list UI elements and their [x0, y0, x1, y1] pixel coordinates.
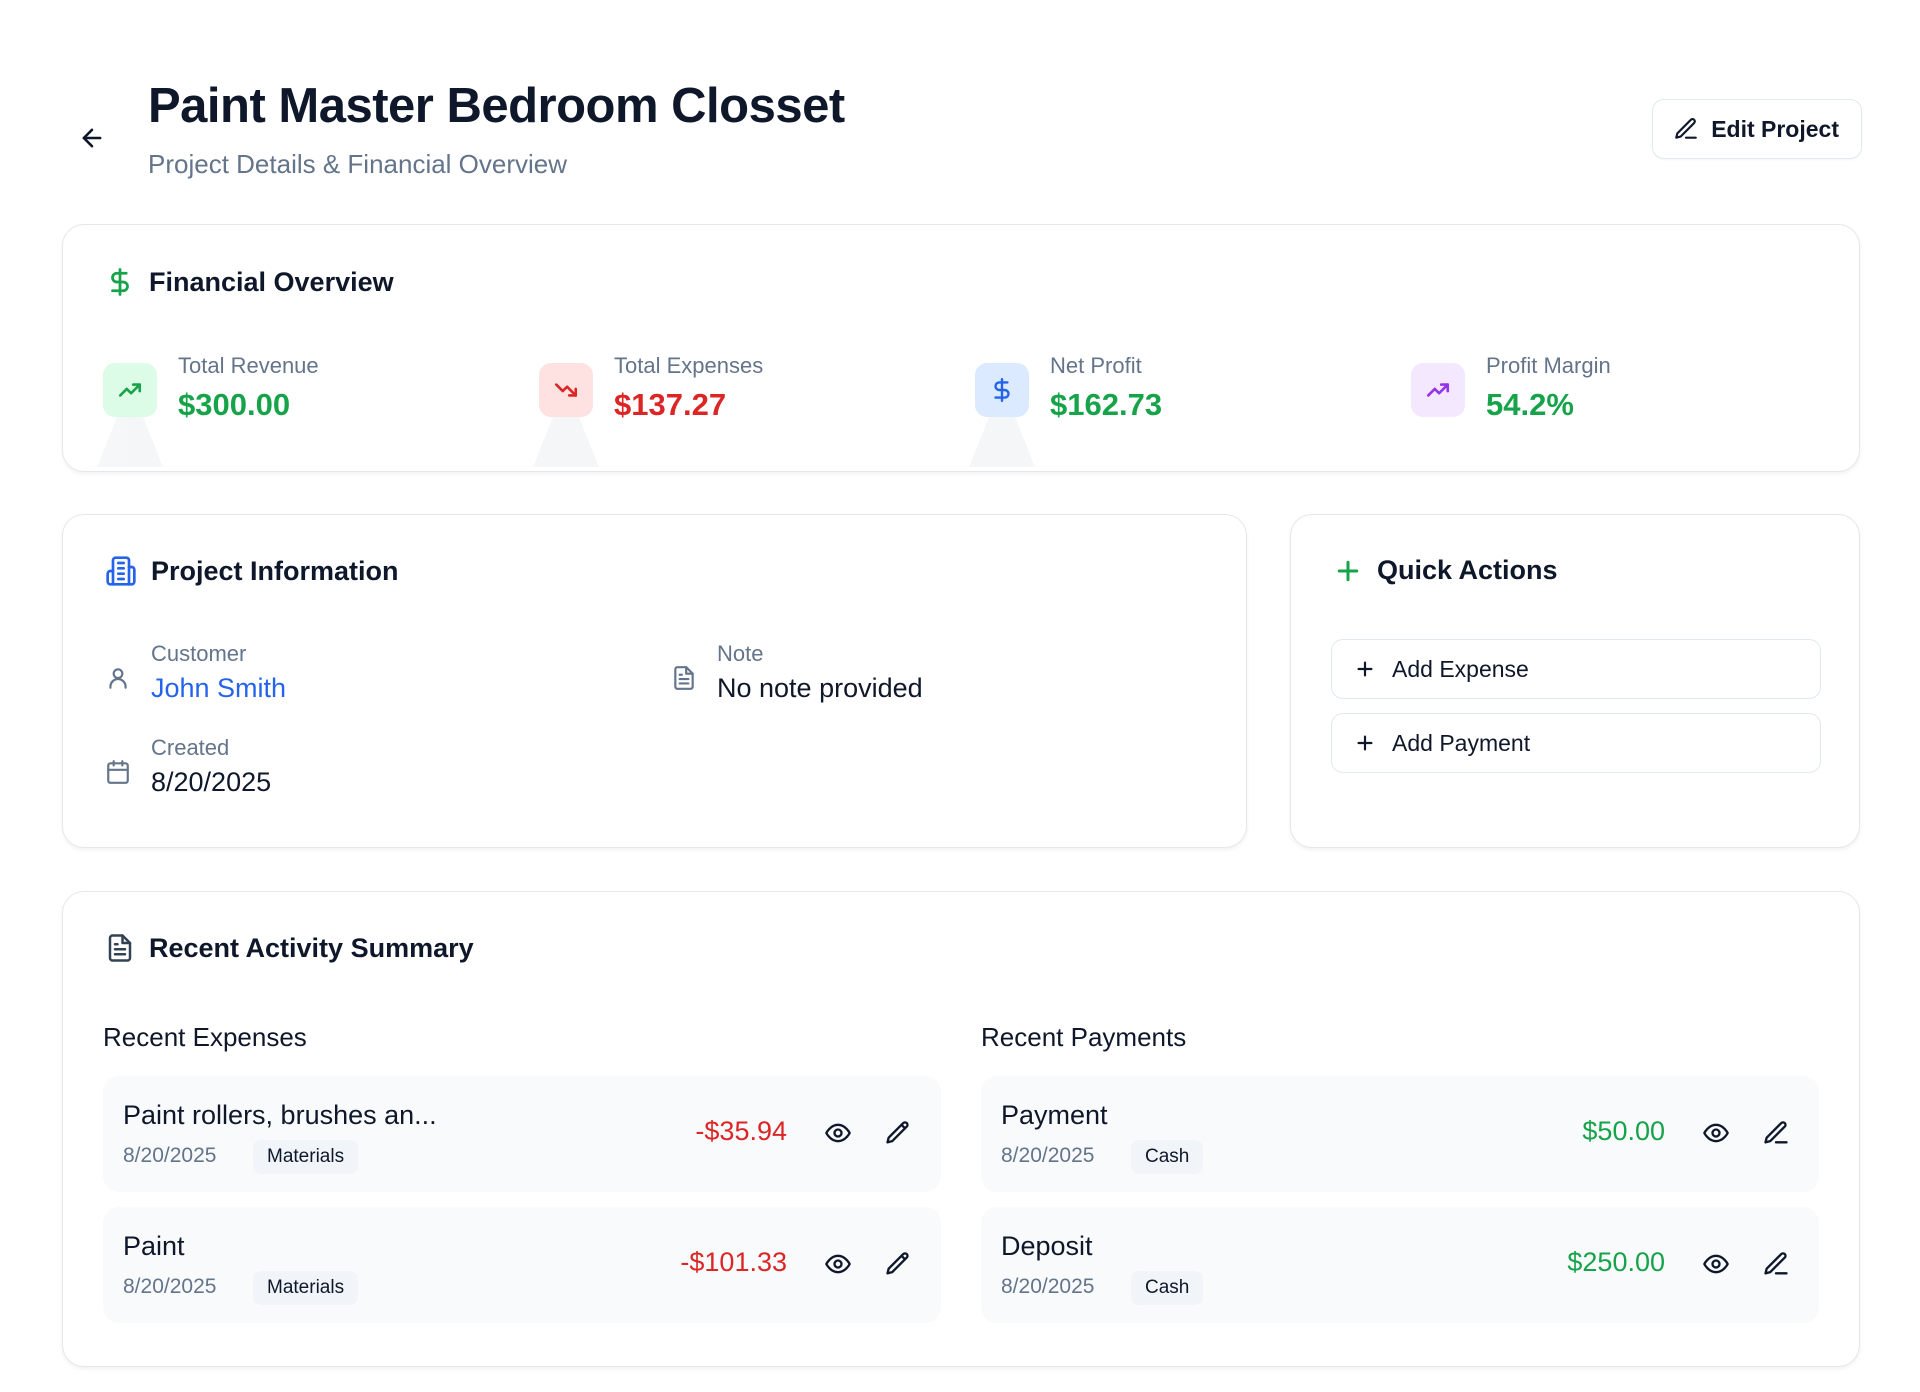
financial-overview-card: Financial Overview Total Revenue $300.00…	[62, 224, 1860, 472]
dollar-icon	[975, 363, 1029, 417]
file-text-icon	[674, 666, 694, 690]
eye-icon	[825, 1254, 851, 1274]
pencil-icon	[1764, 1121, 1788, 1144]
stat-value: $137.27	[614, 387, 727, 422]
back-button[interactable]	[72, 118, 112, 158]
recent-activity-title: Recent Activity Summary	[149, 932, 474, 963]
view-button[interactable]	[821, 1247, 855, 1281]
page-title: Paint Master Bedroom Closset	[148, 79, 845, 133]
expense-row[interactable]: Paint rollers, brushes an... 8/20/2025 M…	[103, 1076, 941, 1192]
recent-activity-heading: Recent Activity Summary	[105, 932, 474, 964]
add-expense-button[interactable]: Add Expense	[1331, 639, 1821, 699]
payment-amount: $50.00	[1582, 1116, 1665, 1146]
expense-date: 8/20/2025	[123, 1275, 217, 1298]
building-icon	[106, 556, 136, 586]
stat-label: Profit Margin	[1486, 353, 1611, 378]
quick-actions-card: Quick Actions Add Expense Add Payment	[1290, 514, 1860, 848]
arrow-left-icon	[82, 128, 102, 148]
edit-project-button[interactable]: Edit Project	[1652, 99, 1862, 159]
expense-title: Paint	[123, 1231, 185, 1261]
payment-date: 8/20/2025	[1001, 1275, 1095, 1298]
category-badge: Materials	[253, 1271, 359, 1305]
eye-icon	[1703, 1123, 1729, 1143]
category-badge: Materials	[253, 1140, 359, 1174]
payment-method-badge: Cash	[1131, 1271, 1204, 1305]
recent-activity-card: Recent Activity Summary Recent Expenses …	[62, 891, 1860, 1367]
plus-icon	[1337, 560, 1359, 581]
file-text-icon	[108, 934, 132, 962]
edit-project-label: Edit Project	[1711, 115, 1839, 142]
trending-down-icon	[539, 363, 593, 417]
view-button[interactable]	[1699, 1116, 1733, 1150]
note-value: No note provided	[717, 673, 923, 703]
recent-expenses-title: Recent Expenses	[103, 1022, 307, 1052]
customer-link[interactable]: John Smith	[151, 673, 286, 704]
user-icon	[109, 668, 127, 689]
add-expense-label: Add Expense	[1392, 655, 1529, 682]
view-button[interactable]	[821, 1116, 855, 1150]
project-information-heading: Project Information	[105, 555, 399, 587]
edit-button[interactable]	[1759, 1116, 1793, 1150]
pencil-icon	[886, 1252, 909, 1275]
page-subtitle: Project Details & Financial Overview	[148, 149, 568, 179]
dollar-icon	[111, 268, 129, 296]
financial-overview-title: Financial Overview	[149, 266, 394, 297]
calendar-icon	[107, 760, 129, 784]
add-payment-label: Add Payment	[1392, 729, 1531, 756]
quick-actions-heading: Quick Actions	[1333, 555, 1558, 586]
recent-payments-title: Recent Payments	[981, 1022, 1187, 1052]
stat-value: 54.2%	[1486, 387, 1574, 422]
add-payment-button[interactable]: Add Payment	[1331, 713, 1821, 773]
plus-icon	[1357, 661, 1373, 677]
note-label: Note	[717, 641, 764, 666]
expense-row[interactable]: Paint 8/20/2025 Materials -$101.33	[103, 1207, 941, 1323]
edit-button[interactable]	[881, 1116, 915, 1150]
payment-title: Payment	[1001, 1100, 1108, 1130]
payment-method-badge: Cash	[1131, 1140, 1204, 1174]
customer-label: Customer	[151, 641, 247, 666]
page-header: Paint Master Bedroom Closset Project Det…	[62, 78, 1862, 188]
payment-date: 8/20/2025	[1001, 1144, 1095, 1167]
stat-value: $162.73	[1050, 387, 1163, 422]
expense-amount: -$35.94	[695, 1116, 787, 1146]
payment-title: Deposit	[1001, 1231, 1093, 1261]
expense-date: 8/20/2025	[123, 1144, 217, 1167]
edit-button[interactable]	[1759, 1247, 1793, 1281]
eye-icon	[1703, 1254, 1729, 1274]
created-value: 8/20/2025	[151, 767, 272, 797]
stat-value: $300.00	[178, 387, 291, 422]
pencil-icon	[1764, 1252, 1788, 1275]
created-label: Created	[151, 735, 230, 760]
view-button[interactable]	[1699, 1247, 1733, 1281]
stat-total-revenue: Total Revenue $300.00	[97, 353, 503, 467]
expense-title: Paint rollers, brushes an...	[123, 1100, 437, 1130]
stat-net-profit: Net Profit $162.73	[969, 353, 1375, 467]
quick-actions-title: Quick Actions	[1377, 555, 1558, 585]
stat-profit-margin: Profit Margin 54.2%	[1411, 353, 1811, 433]
expense-amount: -$101.33	[680, 1247, 787, 1277]
stat-label: Total Revenue	[178, 353, 319, 378]
trending-up-icon	[1411, 363, 1465, 417]
plus-icon	[1357, 735, 1373, 751]
pencil-icon	[1675, 118, 1698, 139]
payment-amount: $250.00	[1567, 1247, 1665, 1277]
payment-row[interactable]: Payment 8/20/2025 Cash $50.00	[981, 1076, 1819, 1192]
project-information-title: Project Information	[151, 555, 399, 586]
trending-up-icon	[103, 363, 157, 417]
stat-label: Net Profit	[1050, 353, 1142, 378]
financial-overview-heading: Financial Overview	[105, 265, 394, 299]
stat-total-expenses: Total Expenses $137.27	[533, 353, 939, 467]
pencil-icon	[886, 1121, 909, 1144]
project-information-card: Project Information Customer John Smith …	[62, 514, 1247, 848]
eye-icon	[825, 1123, 851, 1143]
payment-row[interactable]: Deposit 8/20/2025 Cash $250.00	[981, 1207, 1819, 1323]
stat-label: Total Expenses	[614, 353, 764, 378]
edit-button[interactable]	[881, 1247, 915, 1281]
